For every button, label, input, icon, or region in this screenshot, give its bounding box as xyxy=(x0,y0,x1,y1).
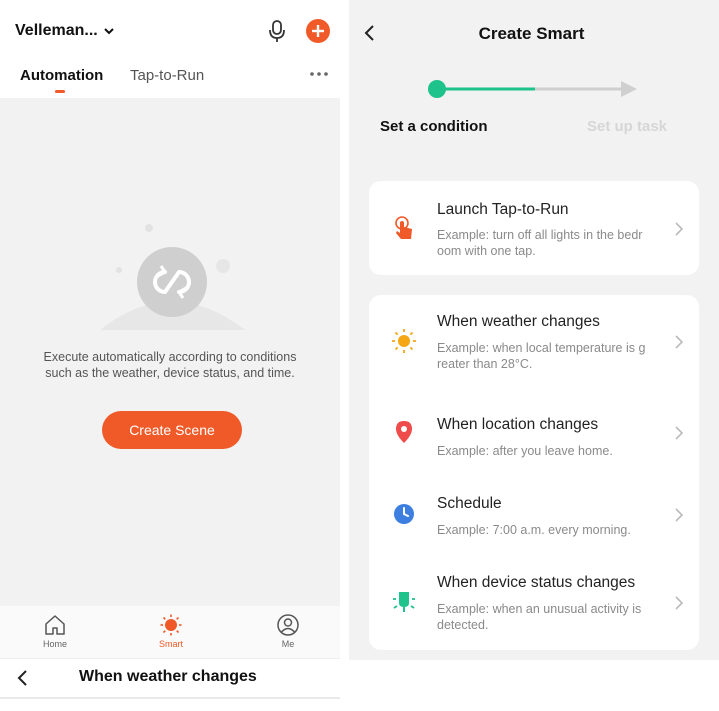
tap-to-run-card: Launch Tap-to-Run Example: turn off all … xyxy=(369,181,699,275)
nav-home[interactable]: Home xyxy=(25,614,85,649)
condition-example: Example: after you leave home. xyxy=(437,443,669,459)
condition-launch-tap-to-run[interactable]: Launch Tap-to-Run Example: turn off all … xyxy=(369,181,699,275)
home-icon xyxy=(45,615,65,635)
profile-icon xyxy=(277,614,299,636)
chevron-right-icon xyxy=(675,596,684,610)
chevron-right-icon xyxy=(675,335,684,349)
condition-device-status[interactable]: When device status changes Example: when… xyxy=(369,555,699,645)
condition-schedule[interactable]: Schedule Example: 7:00 a.m. every mornin… xyxy=(369,475,699,551)
chevron-right-icon xyxy=(675,222,684,236)
nav-me-label: Me xyxy=(281,639,295,649)
active-tab-indicator xyxy=(55,90,65,93)
condition-example: Example: turn off all lights in the bedr… xyxy=(437,227,669,259)
condition-title: Launch Tap-to-Run xyxy=(437,201,569,218)
automation-screen: Velleman... Automation Tap-to-Run Execut… xyxy=(0,0,340,711)
condition-example: Example: 7:00 a.m. every morning. xyxy=(437,522,669,538)
condition-example-line-2: detected. xyxy=(437,618,489,632)
nav-me[interactable]: Me xyxy=(258,614,318,649)
plus-icon xyxy=(312,25,324,37)
tab-tap-to-run[interactable]: Tap-to-Run xyxy=(130,67,204,84)
sun-icon xyxy=(392,329,416,353)
more-icon[interactable] xyxy=(309,71,329,77)
tab-automation[interactable]: Automation xyxy=(20,67,103,84)
chevron-right-icon xyxy=(675,508,684,522)
tap-hand-icon xyxy=(395,216,412,239)
nav-smart[interactable]: Smart xyxy=(141,614,201,649)
back-arrow-icon[interactable] xyxy=(16,669,28,687)
condition-example-line-1: Example: after you leave home. xyxy=(437,444,613,458)
step-arrow-icon xyxy=(621,81,637,97)
device-icon xyxy=(393,592,415,612)
description-line-2: such as the weather, device status, and … xyxy=(45,366,295,380)
condition-example-line-2: oom with one tap. xyxy=(437,244,536,258)
automation-illustration-icon xyxy=(100,224,245,330)
condition-title: When weather changes xyxy=(437,313,600,330)
condition-location[interactable]: When location changes Example: after you… xyxy=(369,395,699,471)
nav-smart-label: Smart xyxy=(158,639,183,649)
step-set-condition: Set a condition xyxy=(380,118,488,135)
microphone-icon[interactable] xyxy=(266,19,288,43)
location-pin-icon xyxy=(396,421,412,443)
empty-state: Execute automatically according to condi… xyxy=(0,98,340,606)
progress-stepper xyxy=(428,80,637,98)
create-smart-screen: Create Smart Set a condition Set up task… xyxy=(349,0,719,660)
page-title: Create Smart xyxy=(478,24,585,43)
condition-example-line-2: reater than 28°C. xyxy=(437,357,533,371)
condition-example-line-1: Example: turn off all lights in the bedr xyxy=(437,228,643,242)
empty-state-description: Execute automatically according to condi… xyxy=(0,349,340,381)
condition-title: When location changes xyxy=(437,416,599,433)
condition-weather[interactable]: When weather changes Example: when local… xyxy=(369,295,699,391)
chevron-right-icon xyxy=(675,426,684,440)
home-selector[interactable]: Velleman... xyxy=(15,22,114,40)
bottom-navigation: Home Smart Me xyxy=(0,606,340,658)
condition-example-line-1: Example: when local temperature is g xyxy=(437,341,646,355)
description-line-1: Execute automatically according to condi… xyxy=(43,350,297,364)
step-set-up-task: Set up task xyxy=(587,118,668,135)
clock-icon xyxy=(394,504,414,524)
home-name: Velleman... xyxy=(15,22,98,39)
add-button[interactable] xyxy=(306,19,330,43)
weather-screen-title: When weather changes xyxy=(79,668,257,685)
conditions-card: When weather changes Example: when local… xyxy=(369,295,699,650)
sun-icon xyxy=(160,614,182,636)
create-scene-button[interactable]: Create Scene xyxy=(102,411,242,449)
condition-example-line-1: Example: 7:00 a.m. every morning. xyxy=(437,523,631,537)
weather-screen-header: When weather changes xyxy=(0,658,340,711)
step-dot-icon xyxy=(428,80,446,98)
nav-home-label: Home xyxy=(42,639,67,649)
condition-example: Example: when an unusual activity is det… xyxy=(437,601,669,633)
condition-title: Schedule xyxy=(437,495,502,512)
scene-tabs: Automation Tap-to-Run xyxy=(0,62,340,98)
condition-example-line-1: Example: when an unusual activity is xyxy=(437,602,642,616)
condition-example: Example: when local temperature is g rea… xyxy=(437,340,669,372)
chevron-down-icon xyxy=(104,28,114,35)
divider xyxy=(0,697,340,699)
condition-title: When device status changes xyxy=(437,574,636,591)
home-header: Velleman... xyxy=(0,0,340,62)
